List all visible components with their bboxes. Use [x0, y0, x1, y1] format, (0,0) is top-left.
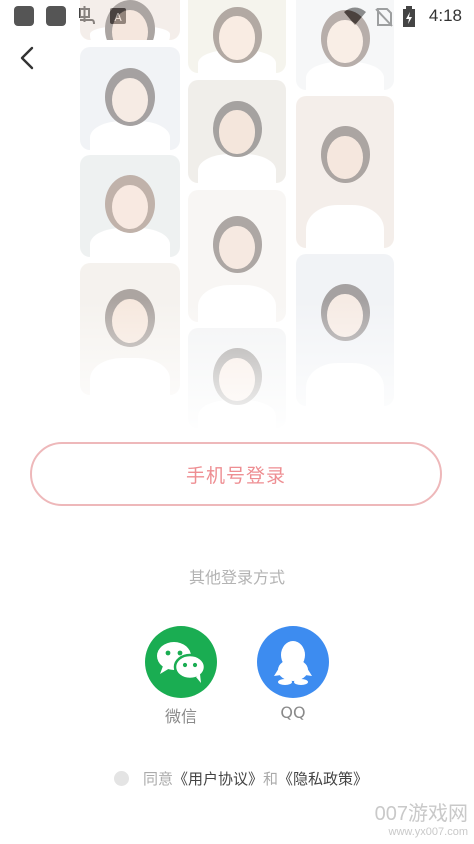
battery-charging-icon — [403, 6, 415, 27]
notification-icon — [14, 6, 34, 26]
photo-tile-8 — [188, 328, 286, 428]
wechat-login-button[interactable] — [145, 626, 217, 698]
photo-tile-3 — [80, 155, 180, 257]
qq-login-button[interactable] — [257, 626, 329, 698]
photo-tile-2 — [296, 254, 394, 406]
phone-login-button[interactable]: 手机号登录 — [30, 442, 442, 506]
photo-tile-5 — [188, 0, 286, 73]
photo-tile-6 — [188, 80, 286, 183]
notification-icon — [46, 6, 66, 26]
qq-penguin-icon — [274, 641, 312, 685]
watermark-title: 007游戏网 — [374, 803, 468, 825]
wechat-icon — [157, 642, 207, 683]
photo-tile-2 — [80, 47, 180, 150]
agreement-row: 同意 《用户协议》 和 《隐私政策》 — [114, 767, 368, 789]
user-agreement-link[interactable]: 《用户协议》 — [173, 768, 263, 789]
photo-tile-4 — [80, 263, 180, 395]
photo-tile-9 — [296, 0, 394, 90]
photo-tile-1 — [80, 0, 180, 40]
other-login-methods-title: 其他登录方式 — [188, 568, 285, 587]
site-watermark: 007游戏网 www.yx007.com — [375, 797, 468, 838]
clock-time: 4:18 — [428, 6, 462, 25]
wechat-label: 微信 — [164, 707, 197, 726]
photo-tile-1 — [296, 96, 394, 248]
privacy-policy-link[interactable]: 《隐私政策》 — [278, 768, 368, 789]
agreement-and: 和 — [263, 769, 279, 788]
agreement-checkbox[interactable] — [114, 770, 129, 786]
agreement-prefix: 同意 — [143, 769, 174, 788]
photo-tile-7 — [188, 190, 286, 322]
phone-login-label: 手机号登录 — [185, 464, 286, 487]
back-arrow-icon[interactable] — [14, 42, 40, 74]
qq-label: QQ — [280, 703, 306, 722]
watermark-url: www.yx007.com — [388, 826, 468, 838]
